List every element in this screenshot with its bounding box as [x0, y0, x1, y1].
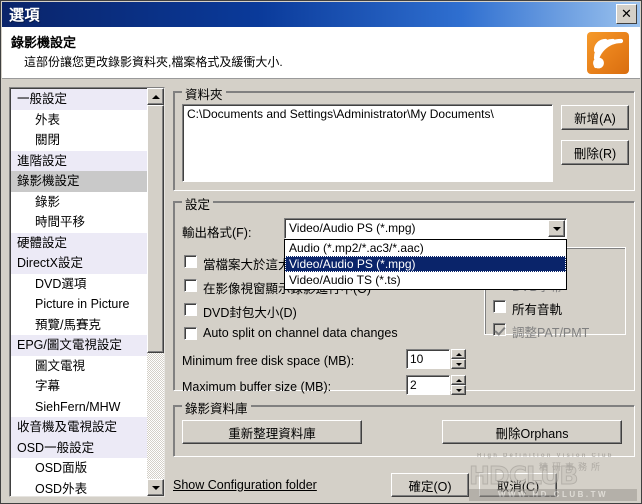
page-description: 這部份讓您更改錄影資料夾,檔案格式及緩衝大小. [24, 55, 283, 69]
sidebar-item-9[interactable]: DVD選項 [11, 273, 148, 294]
settings-tree[interactable]: 一般設定 外表 關閉 進階設定 錄影機設定 錄影 時間平移 硬體設定 DirectX設定 DVD選… [9, 87, 165, 497]
output-format-value: Video/Audio PS (*.mpg) [289, 221, 416, 235]
stepper-up-icon[interactable] [451, 349, 466, 359]
broadcast-signal-icon [587, 32, 629, 74]
min-free-disk-space-input[interactable]: 10 [406, 349, 450, 369]
delete-folder-button[interactable]: 刪除(R) [561, 140, 629, 165]
sidebar-item-12[interactable]: EPG/圖文電視設定 [11, 335, 148, 356]
tree-list[interactable]: 一般設定 外表 關閉 進階設定 錄影機設定 錄影 時間平移 硬體設定 DirectX設定 DVD選… [11, 89, 148, 496]
folder-group: 資料夾 C:\Documents and Settings\Administra… [173, 84, 635, 191]
stepper-up-icon[interactable] [451, 375, 466, 385]
ok-label: 確定(O) [408, 479, 452, 494]
stepper-down-icon[interactable] [451, 385, 466, 395]
tree-scrollbar[interactable] [147, 88, 164, 496]
recording-database-group: 錄影資料庫 重新整理資料庫 刪除Orphans [173, 398, 635, 457]
cancel-button[interactable]: 取消(C) [479, 473, 557, 497]
stepper-buttons[interactable] [451, 349, 466, 369]
dropdown-option-2[interactable]: Video/Audio TS (*.ts) [285, 272, 566, 288]
sidebar-item-10[interactable]: Picture in Picture [11, 294, 148, 315]
page-title: 錄影機設定 [11, 35, 77, 50]
checkbox-all-audio-tracks[interactable]: 所有音軌 [493, 299, 562, 318]
checkbox-box [493, 323, 506, 336]
sidebar-item-5[interactable]: 錄影 [11, 191, 148, 212]
checkbox-box [184, 255, 197, 268]
sidebar-item-15[interactable]: SiehFern/MHW [11, 396, 148, 417]
sidebar-item-8[interactable]: DirectX設定 [11, 253, 148, 274]
output-format-label: 輸出格式(F): [182, 226, 252, 240]
checkbox-dvd-packet-size[interactable]: DVD封包大小(D) [184, 302, 297, 321]
max-buffer-size-stepper[interactable]: 2 [406, 375, 466, 395]
sidebar-item-7[interactable]: 硬體設定 [11, 232, 148, 253]
sidebar-item-14[interactable]: 字幕 [11, 376, 148, 397]
rebuild-database-button[interactable]: 重新整理資料庫 [182, 420, 362, 444]
rebuild-database-label: 重新整理資料庫 [228, 426, 316, 441]
window-title: 選項 [9, 7, 41, 24]
sidebar-item-2[interactable]: 關閉 [11, 130, 148, 151]
stepper-buttons[interactable] [451, 375, 466, 395]
sidebar-item-1[interactable]: 外表 [11, 109, 148, 130]
settings-group: 設定 輸出格式(F): Video/Audio PS (*.mpg) 當檔案大於… [173, 194, 635, 395]
checkbox-label: Auto split on channel data changes [203, 326, 398, 340]
watermark-chinese: 精研事務所 [539, 462, 605, 472]
checkbox-label: 所有音軌 [512, 303, 563, 317]
close-icon: ✕ [621, 6, 632, 22]
sidebar-item-11[interactable]: 預覽/馬賽克 [11, 314, 148, 335]
folder-listbox[interactable]: C:\Documents and Settings\Administrator\… [182, 104, 553, 182]
checkbox-label: 調整PAT/PMT [512, 326, 590, 340]
sidebar-item-16[interactable]: 收音機及電視設定 [11, 417, 148, 438]
checkbox-box [493, 300, 506, 313]
min-free-disk-space-label: Minimum free disk space (MB): [182, 354, 355, 368]
dropdown-option-1[interactable]: Video/Audio PS (*.mpg) [285, 256, 566, 272]
settings-group-title: 設定 [182, 194, 214, 213]
checkbox-label: DVD封包大小(D) [203, 306, 297, 320]
sidebar-item-3[interactable]: 進階設定 [11, 150, 148, 171]
delete-folder-label: 刪除(R) [573, 147, 617, 161]
scrollbar-thumb[interactable] [147, 105, 164, 353]
scroll-down-button[interactable] [147, 479, 164, 496]
ok-button[interactable]: 確定(O) [391, 473, 469, 497]
sidebar-item-13[interactable]: 圖文電視 [11, 355, 148, 376]
list-item[interactable]: C:\Documents and Settings\Administrator\… [183, 105, 552, 121]
max-buffer-size-input[interactable]: 2 [406, 375, 450, 395]
checkbox-box [184, 327, 197, 340]
title-bar: 選項 ✕ [2, 2, 640, 27]
sidebar-item-18[interactable]: OSD面版 [11, 458, 148, 479]
stepper-down-icon[interactable] [451, 359, 466, 369]
options-dialog: 選項 ✕ 錄影機設定 這部份讓您更改錄影資料夾,檔案格式及緩衝大小. 一般設定外… [0, 0, 642, 504]
scrollbar-track[interactable] [147, 105, 164, 479]
delete-orphans-button[interactable]: 刪除Orphans [442, 420, 622, 444]
recording-database-group-title: 錄影資料庫 [182, 398, 251, 417]
folder-group-title: 資料夾 [182, 84, 226, 103]
cancel-label: 取消(C) [496, 479, 540, 494]
checkbox-box [184, 303, 197, 316]
sidebar-item-6[interactable]: 時間平移 [11, 212, 148, 233]
chevron-down-icon[interactable] [548, 220, 565, 237]
header-band: 錄影機設定 這部份讓您更改錄影資料夾,檔案格式及緩衝大小. [2, 27, 640, 79]
sidebar-item-4[interactable]: 錄影機設定 [11, 171, 148, 192]
checkbox-box [184, 279, 197, 292]
output-format-combobox[interactable]: Video/Audio PS (*.mpg) [284, 218, 567, 239]
scroll-up-button[interactable] [147, 88, 164, 105]
sidebar-item-17[interactable]: OSD一般設定 [11, 437, 148, 458]
add-folder-label: 新增(A) [574, 112, 616, 126]
output-format-dropdown-list[interactable]: Audio (*.mp2/*.ac3/*.aac) Video/Audio PS … [284, 239, 567, 290]
show-configuration-folder-link[interactable]: Show Configuration folder [173, 478, 317, 492]
checkbox-adjust-pat-pmt[interactable]: 調整PAT/PMT [493, 322, 589, 341]
dropdown-option-0[interactable]: Audio (*.mp2/*.ac3/*.aac) [285, 240, 566, 256]
min-free-disk-space-stepper[interactable]: 10 [406, 349, 466, 369]
sidebar-item-0[interactable]: 一般設定 [11, 89, 148, 110]
close-button[interactable]: ✕ [616, 4, 637, 24]
add-folder-button[interactable]: 新增(A) [561, 105, 629, 130]
sidebar-item-19[interactable]: OSD外表 [11, 478, 148, 496]
max-buffer-size-label: Maximum buffer size (MB): [182, 380, 332, 394]
delete-orphans-label: 刪除Orphans [495, 426, 569, 441]
checkbox-auto-split-channel-data[interactable]: Auto split on channel data changes [184, 326, 398, 340]
